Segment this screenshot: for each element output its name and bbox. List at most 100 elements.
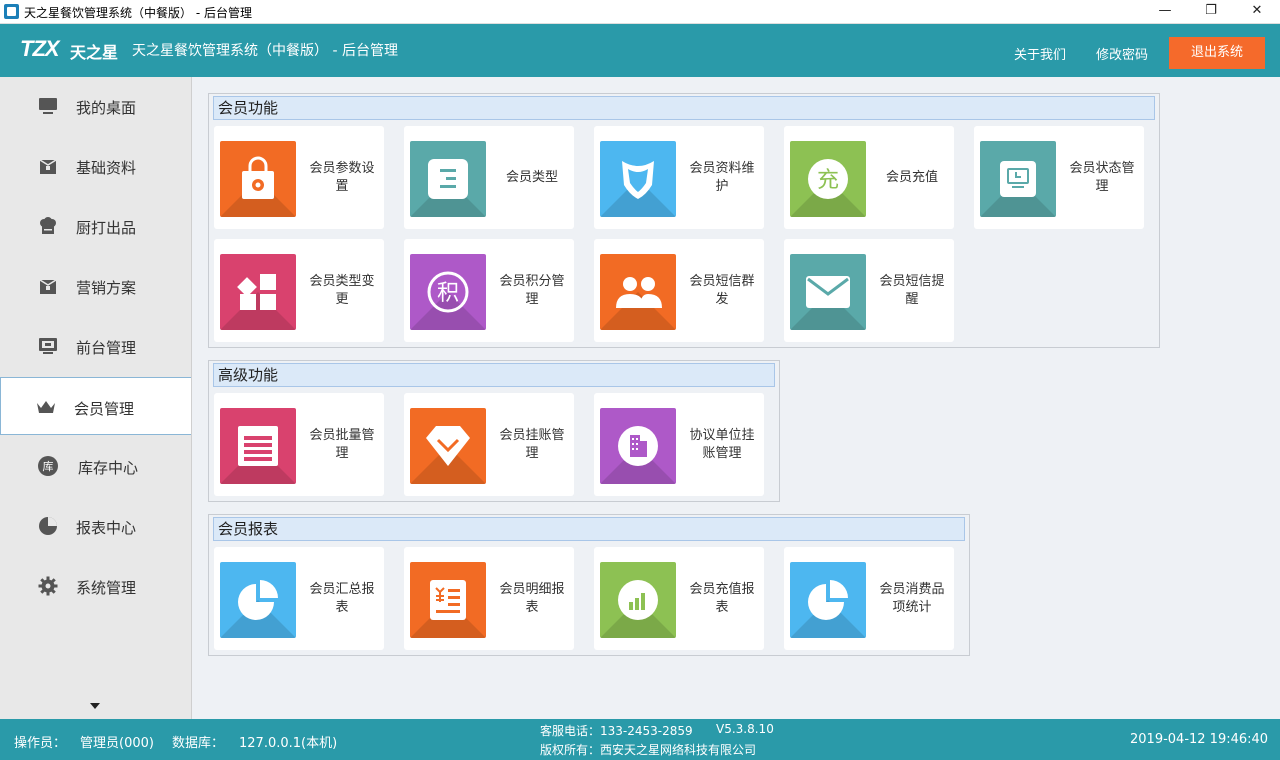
tile-label: 会员参数设置: [309, 160, 375, 194]
tile-label: 会员类型变更: [309, 273, 375, 307]
points-glyph: 积: [437, 281, 459, 306]
sidebar-item-system[interactable]: 系统管理: [0, 557, 191, 615]
section-title: 会员功能: [213, 96, 1155, 120]
close-button[interactable]: ✕: [1234, 0, 1280, 24]
window-title: 天之星餐饮管理系统（中餐版） - 后台管理: [24, 6, 252, 20]
window-title-bar: 天之星餐饮管理系统（中餐版） - 后台管理 — ❐ ✕: [0, 0, 1280, 24]
about-us-link[interactable]: 关于我们: [1014, 44, 1066, 63]
hotline: 客服电话：133-2453-2859: [540, 724, 693, 738]
tile-member-profile[interactable]: 会员资料维护: [594, 126, 764, 229]
tile-corporate-credit[interactable]: 协议单位挂账管理: [594, 393, 764, 496]
section-title: 会员报表: [213, 517, 965, 541]
pie-icon: [39, 517, 57, 535]
sidebar-item-label: 基础资料: [76, 159, 137, 177]
tile-member-params[interactable]: 会员参数设置: [214, 126, 384, 229]
warehouse-glyph: 库: [43, 460, 54, 473]
box-icon: [39, 279, 57, 294]
tile-member-type[interactable]: 会员类型: [404, 126, 574, 229]
tile-member-credit[interactable]: 会员挂账管理: [404, 393, 574, 496]
box-icon: [39, 159, 57, 174]
database-value: 127.0.0.1(本机): [239, 736, 338, 751]
recharge-glyph: 充: [817, 168, 839, 193]
points-icon: 积: [410, 254, 486, 330]
tile-member-recharge[interactable]: 充 会员充值: [784, 126, 954, 229]
warehouse-icon: 库: [38, 456, 58, 476]
tile-member-consumption-stats[interactable]: 会员消费品项统计: [784, 547, 954, 650]
building-icon: [600, 408, 676, 484]
app-window-icon: [4, 4, 19, 19]
sidebar-scroll-down-icon[interactable]: [90, 703, 100, 709]
tile-label: 会员充值: [885, 169, 938, 185]
sidebar: 我的桌面 基础资料 厨打出品 营销方案 前台管理 会员管理 库 库存中心 报表中…: [0, 77, 192, 719]
sidebar-item-front-desk[interactable]: 前台管理: [0, 317, 191, 375]
tile-member-status[interactable]: 会员状态管理: [974, 126, 1144, 229]
tile-label: 会员类型: [505, 169, 558, 185]
list-card-icon: [410, 141, 486, 217]
app-header: TZX 天之星 天之星餐饮管理系统（中餐版） - 后台管理 关于我们 修改密码 …: [0, 24, 1280, 77]
pie-chart-icon: [220, 562, 296, 638]
tile-member-summary-report[interactable]: 会员汇总报表: [214, 547, 384, 650]
bar-chart-icon: [600, 562, 676, 638]
sidebar-item-label: 库存中心: [78, 459, 139, 477]
tile-label: 会员积分管理: [499, 273, 565, 307]
sidebar-item-basic-data[interactable]: 基础资料: [0, 137, 191, 195]
group-icon: [600, 254, 676, 330]
sidebar-item-inventory[interactable]: 库 库存中心: [0, 437, 191, 495]
operator-value: 管理员(000): [80, 736, 154, 751]
sidebar-item-marketing[interactable]: 营销方案: [0, 257, 191, 315]
tile-label: 会员充值报表: [689, 581, 755, 615]
tile-member-sms-reminder[interactable]: 会员短信提醒: [784, 239, 954, 342]
tile-member-recharge-report[interactable]: 会员充值报表: [594, 547, 764, 650]
tile-label: 会员批量管理: [309, 427, 375, 461]
sidebar-item-desktop[interactable]: 我的桌面: [0, 77, 191, 135]
tile-member-sms-broadcast[interactable]: 会员短信群发: [594, 239, 764, 342]
chef-hat-icon: [40, 217, 56, 234]
operator-label: 操作员：: [14, 736, 67, 751]
tile-label: 会员状态管理: [1069, 160, 1135, 194]
tile-label: 会员挂账管理: [499, 427, 565, 461]
sidebar-item-kitchen-print[interactable]: 厨打出品: [0, 197, 191, 255]
tile-label: 会员短信群发: [689, 273, 755, 307]
section-advanced-functions: 高级功能 会员批量管理 会员挂账管理 协议单位挂账管理: [208, 360, 780, 502]
tile-member-detail-report[interactable]: 会员明细报表: [404, 547, 574, 650]
pie-chart-icon: [790, 562, 866, 638]
datetime: 2019-04-12 19:46:40: [1130, 732, 1269, 747]
sidebar-item-label: 会员管理: [74, 400, 135, 418]
logo-mark: TZX: [20, 36, 60, 61]
status-bar: 操作员： 管理员(000) 数据库： 127.0.0.1(本机) 客服电话：13…: [0, 719, 1280, 760]
tile-label: 会员资料维护: [689, 160, 755, 194]
section-member-functions: 会员功能 会员参数设置 会员类型 会员资料维护 充 会员充值 会员状态管理 会员…: [208, 93, 1160, 348]
monitor-status-icon: [980, 141, 1056, 217]
app-title: 天之星餐饮管理系统（中餐版） - 后台管理: [132, 43, 398, 59]
mail-icon: [790, 254, 866, 330]
section-member-reports: 会员报表 会员汇总报表 会员明细报表 会员充值报表 会员消费品项统计: [208, 514, 970, 656]
tile-member-batch[interactable]: 会员批量管理: [214, 393, 384, 496]
monitor-icon: [39, 98, 57, 114]
gear-icon: [38, 576, 58, 596]
minimize-button[interactable]: —: [1142, 0, 1188, 24]
logout-button[interactable]: 退出系统: [1169, 37, 1265, 69]
bag-gear-icon: [220, 141, 296, 217]
tile-member-points[interactable]: 积 会员积分管理: [404, 239, 574, 342]
database-label: 数据库：: [172, 736, 225, 751]
receipt-icon: [410, 562, 486, 638]
screen-icon: [39, 338, 57, 354]
tile-label: 会员汇总报表: [309, 581, 375, 615]
sidebar-item-label: 前台管理: [76, 339, 137, 357]
sidebar-item-member[interactable]: 会员管理: [0, 377, 191, 435]
maximize-button[interactable]: ❐: [1188, 0, 1234, 24]
recharge-icon: 充: [790, 141, 866, 217]
change-password-link[interactable]: 修改密码: [1096, 44, 1148, 63]
sidebar-item-reports[interactable]: 报表中心: [0, 497, 191, 555]
tile-member-type-change[interactable]: 会员类型变更: [214, 239, 384, 342]
sidebar-item-label: 系统管理: [76, 579, 137, 597]
sidebar-item-label: 报表中心: [76, 519, 137, 537]
tile-label: 会员明细报表: [499, 581, 565, 615]
logo: TZX 天之星: [20, 36, 124, 66]
sidebar-item-label: 厨打出品: [76, 219, 137, 237]
tile-label: 协议单位挂账管理: [689, 427, 755, 461]
copyright: 版权所有：西安天之星网络科技有限公司: [540, 743, 757, 757]
tile-label: 会员消费品项统计: [879, 581, 945, 615]
blocks-icon: [220, 254, 296, 330]
sidebar-item-label: 我的桌面: [76, 99, 137, 117]
